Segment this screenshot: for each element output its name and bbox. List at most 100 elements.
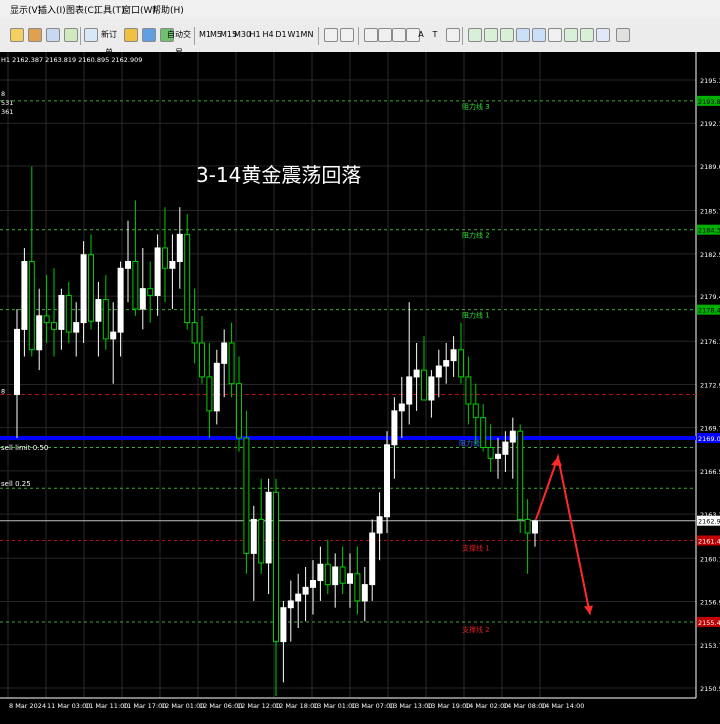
new-order-button[interactable]: 新订单 (98, 26, 120, 57)
candle-bear (147, 288, 154, 296)
indicators-icon[interactable] (596, 28, 610, 42)
line-chart-icon[interactable] (500, 28, 514, 42)
menu-item-2[interactable]: 图表(C) (66, 3, 97, 16)
crosshair-icon[interactable] (340, 28, 354, 42)
price-tick-label: 2156.955 (700, 599, 720, 607)
candle-bear (162, 247, 168, 269)
zoom-out-icon[interactable] (532, 28, 546, 42)
candle-bear (132, 261, 139, 310)
candle-bear (480, 417, 487, 449)
price-tick-label: 2169.760 (700, 425, 720, 433)
price-tag-label: 2178.452 (698, 307, 720, 315)
candle-bull (139, 288, 146, 310)
horizontal-line-icon[interactable] (378, 28, 392, 42)
candle-bull (117, 267, 124, 333)
candle-bear (421, 369, 427, 401)
timeframe-h4[interactable]: H4 (261, 26, 275, 44)
candle-bear (258, 518, 265, 564)
candle-bull (21, 261, 28, 330)
timeframe-w1[interactable]: W1 (287, 26, 301, 44)
toolbar-separator (80, 27, 81, 45)
chart-title: 3-14黄金震荡回落 (196, 163, 361, 187)
candle-bull (391, 410, 398, 446)
candle-bear (43, 315, 50, 324)
candle-bull (347, 573, 353, 584)
timeframe-mn[interactable]: MN (300, 26, 314, 44)
timeframe-h1[interactable]: H1 (248, 26, 262, 44)
menu-item-3[interactable]: 工具(T) (94, 3, 125, 16)
price-tick-label: 2189.035 (700, 163, 720, 171)
periods-icon[interactable] (616, 28, 630, 42)
new-chart-icon[interactable] (10, 28, 24, 42)
candle-bear (28, 261, 35, 351)
price-chart[interactable]: 2195.370 2192.185 2189.035 2185.760 2182.565… (0, 52, 720, 720)
vertical-line-icon[interactable] (364, 28, 378, 42)
tile-windows-icon[interactable] (548, 28, 562, 42)
candle-bear (324, 563, 331, 586)
toolbar-separator (194, 27, 195, 45)
candle-bull (221, 342, 228, 364)
candle-bull (36, 315, 43, 351)
candle-bull (287, 600, 294, 609)
profiles-icon[interactable] (28, 28, 42, 42)
menu-item-5[interactable]: 帮助(H) (152, 3, 184, 16)
text-tool-button[interactable]: A (414, 26, 428, 44)
time-tick-label: 14 Mar 02:00 (465, 702, 508, 710)
candlestick-icon[interactable] (484, 28, 498, 42)
price-tag-label: 2155.450 (698, 619, 720, 627)
chart-canvas[interactable]: 2195.370 2192.185 2189.035 2185.760 2182.565… (0, 52, 720, 720)
experts-icon[interactable] (142, 28, 156, 42)
price-tick-label: 2150.585 (700, 685, 720, 693)
zoom-in-icon[interactable] (516, 28, 530, 42)
candle-bear (199, 342, 205, 378)
auto-scroll-icon[interactable] (564, 28, 578, 42)
timeframe-m30[interactable]: M30 (234, 26, 251, 44)
timeframe-m15[interactable]: M15 (220, 26, 237, 44)
candle-bull (502, 441, 509, 455)
left-mark: 8 (1, 90, 5, 98)
forecast-arrow-head-down (584, 605, 593, 615)
candle-bull (376, 516, 383, 534)
price-tick-label: 2166.575 (700, 468, 720, 476)
candle-bull (295, 593, 302, 602)
symbol-info-line: H1 2162.387 2163.819 2160.895 2162.909 (1, 56, 142, 64)
trendline-icon[interactable] (392, 28, 406, 42)
time-tick-label: 12 Mar 12:00 (237, 702, 280, 710)
price-tick-label: 2153.770 (700, 642, 720, 650)
chart-shift-icon[interactable] (580, 28, 594, 42)
text-label-tool-button[interactable]: T (428, 26, 442, 44)
time-tick-label: 11 Mar 03:00 (47, 702, 90, 710)
level-label-sell_limit: sell limit 0.50 (1, 444, 48, 452)
candle-bull (495, 453, 501, 459)
time-tick-label: 8 Mar 2024 (9, 702, 46, 710)
price-tick-label: 2160.140 (700, 555, 720, 563)
cursor-icon[interactable] (324, 28, 338, 42)
bar-chart-icon[interactable] (468, 28, 482, 42)
candle-bear (51, 322, 57, 330)
menu-item-1[interactable]: 插入(I) (38, 3, 66, 16)
level-label-r2: 阻力线 2 (462, 231, 490, 240)
price-tag-label: 2162.909 (698, 518, 720, 526)
level-label-s2: 支撑线 2 (462, 625, 490, 634)
candle-bull (265, 491, 272, 564)
market-watch-icon[interactable] (46, 28, 60, 42)
menu-item-4[interactable]: 窗口(W) (122, 3, 156, 16)
time-tick-label: 12 Mar 06:00 (199, 702, 242, 710)
meta-editor-icon[interactable] (124, 28, 138, 42)
candle-bear (458, 349, 464, 378)
candle-bear (102, 299, 109, 340)
candle-bull (369, 532, 376, 586)
menu-item-0[interactable]: 显示(V) (10, 3, 41, 16)
price-tag-label: 2169.000 (698, 435, 720, 443)
new-order-icon[interactable] (84, 28, 98, 42)
price-tick-label: 2176.130 (700, 338, 720, 346)
navigator-icon[interactable] (64, 28, 78, 42)
arrow-icon[interactable] (446, 28, 460, 42)
timeframe-d1[interactable]: D1 (274, 26, 288, 44)
auto-trade-button[interactable]: 自动交易 (166, 26, 192, 57)
time-tick-label: 11 Mar 17:00 (123, 702, 166, 710)
left-mark: 531 (1, 99, 13, 107)
candle-bull (125, 261, 131, 269)
candle-bull (73, 322, 80, 333)
candle-bull (169, 261, 176, 269)
